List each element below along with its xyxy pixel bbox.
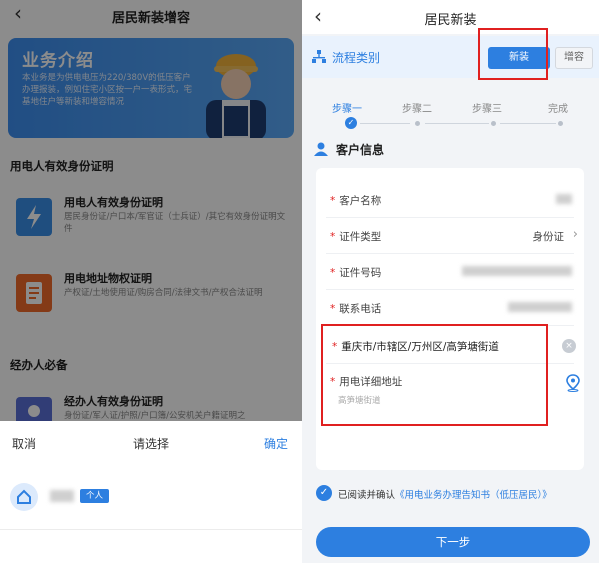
highlight-box-address: [321, 324, 548, 426]
account-option[interactable]: 个人: [0, 477, 302, 523]
step-dot: [415, 121, 420, 126]
agreement-link[interactable]: 《用电业务办理告知书（低压居民）》: [395, 490, 552, 501]
step-2: 步骤二: [402, 104, 432, 115]
id-number-field[interactable]: * 证件号码: [316, 254, 584, 290]
flow-chart-icon: [312, 50, 326, 63]
modal-overlay[interactable]: [0, 0, 302, 421]
flow-type-bar: 流程类别 新装 增容: [302, 36, 599, 78]
step-dot: [558, 121, 563, 126]
home-icon: [10, 483, 38, 511]
step-1: 步骤一: [332, 104, 362, 115]
field-label: * 联系电话: [330, 303, 382, 315]
step-check-icon: ✓: [345, 117, 357, 129]
user-icon: [314, 142, 328, 156]
step-connector: [360, 123, 410, 124]
next-step-button[interactable]: 下一步: [316, 527, 590, 557]
divider: [0, 529, 302, 530]
step-connector: [500, 123, 556, 124]
step-complete: 完成: [548, 104, 568, 115]
blurred-value: [556, 194, 572, 204]
blurred-value: [508, 302, 572, 312]
step-connector: [425, 123, 489, 124]
blurred-value: [462, 266, 572, 276]
customer-info-title: 客户信息: [336, 143, 385, 157]
phone-field[interactable]: * 联系电话: [316, 290, 584, 326]
select-sheet: 取消 请选择 确定 个人: [0, 421, 302, 563]
id-type-field[interactable]: * 证件类型 身份证 ›: [316, 218, 584, 254]
id-type-value: 身份证: [532, 231, 565, 243]
left-screen: ‹ 居民新装增容 业务介绍 本业务是为供电电压为220/380V的低压客户办理报…: [0, 0, 302, 563]
right-screen: ‹ 居民新装 流程类别 新装 增容 步骤一 步骤二 步骤三 完成 ✓ 客户信息 …: [302, 0, 599, 563]
confirm-button[interactable]: 确定: [264, 435, 288, 452]
flow-type-label: 流程类别: [332, 51, 381, 65]
blurred-name: [50, 490, 74, 502]
field-label: * 证件号码: [330, 267, 382, 279]
agree-checkbox[interactable]: ✓: [316, 485, 332, 501]
location-icon[interactable]: [564, 374, 582, 392]
step-dot: [491, 121, 496, 126]
page-title: 居民新装: [424, 13, 477, 28]
field-label: * 证件类型: [330, 231, 382, 243]
highlight-box-new: [478, 28, 548, 80]
personal-tag: 个人: [80, 489, 110, 503]
chevron-right-icon: ›: [572, 227, 578, 242]
customer-name-field[interactable]: * 客户名称: [316, 182, 584, 218]
field-label: * 客户名称: [330, 195, 382, 207]
capacity-increase-button[interactable]: 增容: [555, 47, 593, 69]
clear-icon[interactable]: ×: [562, 339, 576, 353]
agreement-text: 已阅读并确认《用电业务办理告知书（低压居民）》: [338, 490, 552, 501]
step-3: 步骤三: [472, 104, 502, 115]
sheet-title: 请选择: [132, 437, 169, 451]
right-header: ‹ 居民新装: [302, 0, 599, 34]
